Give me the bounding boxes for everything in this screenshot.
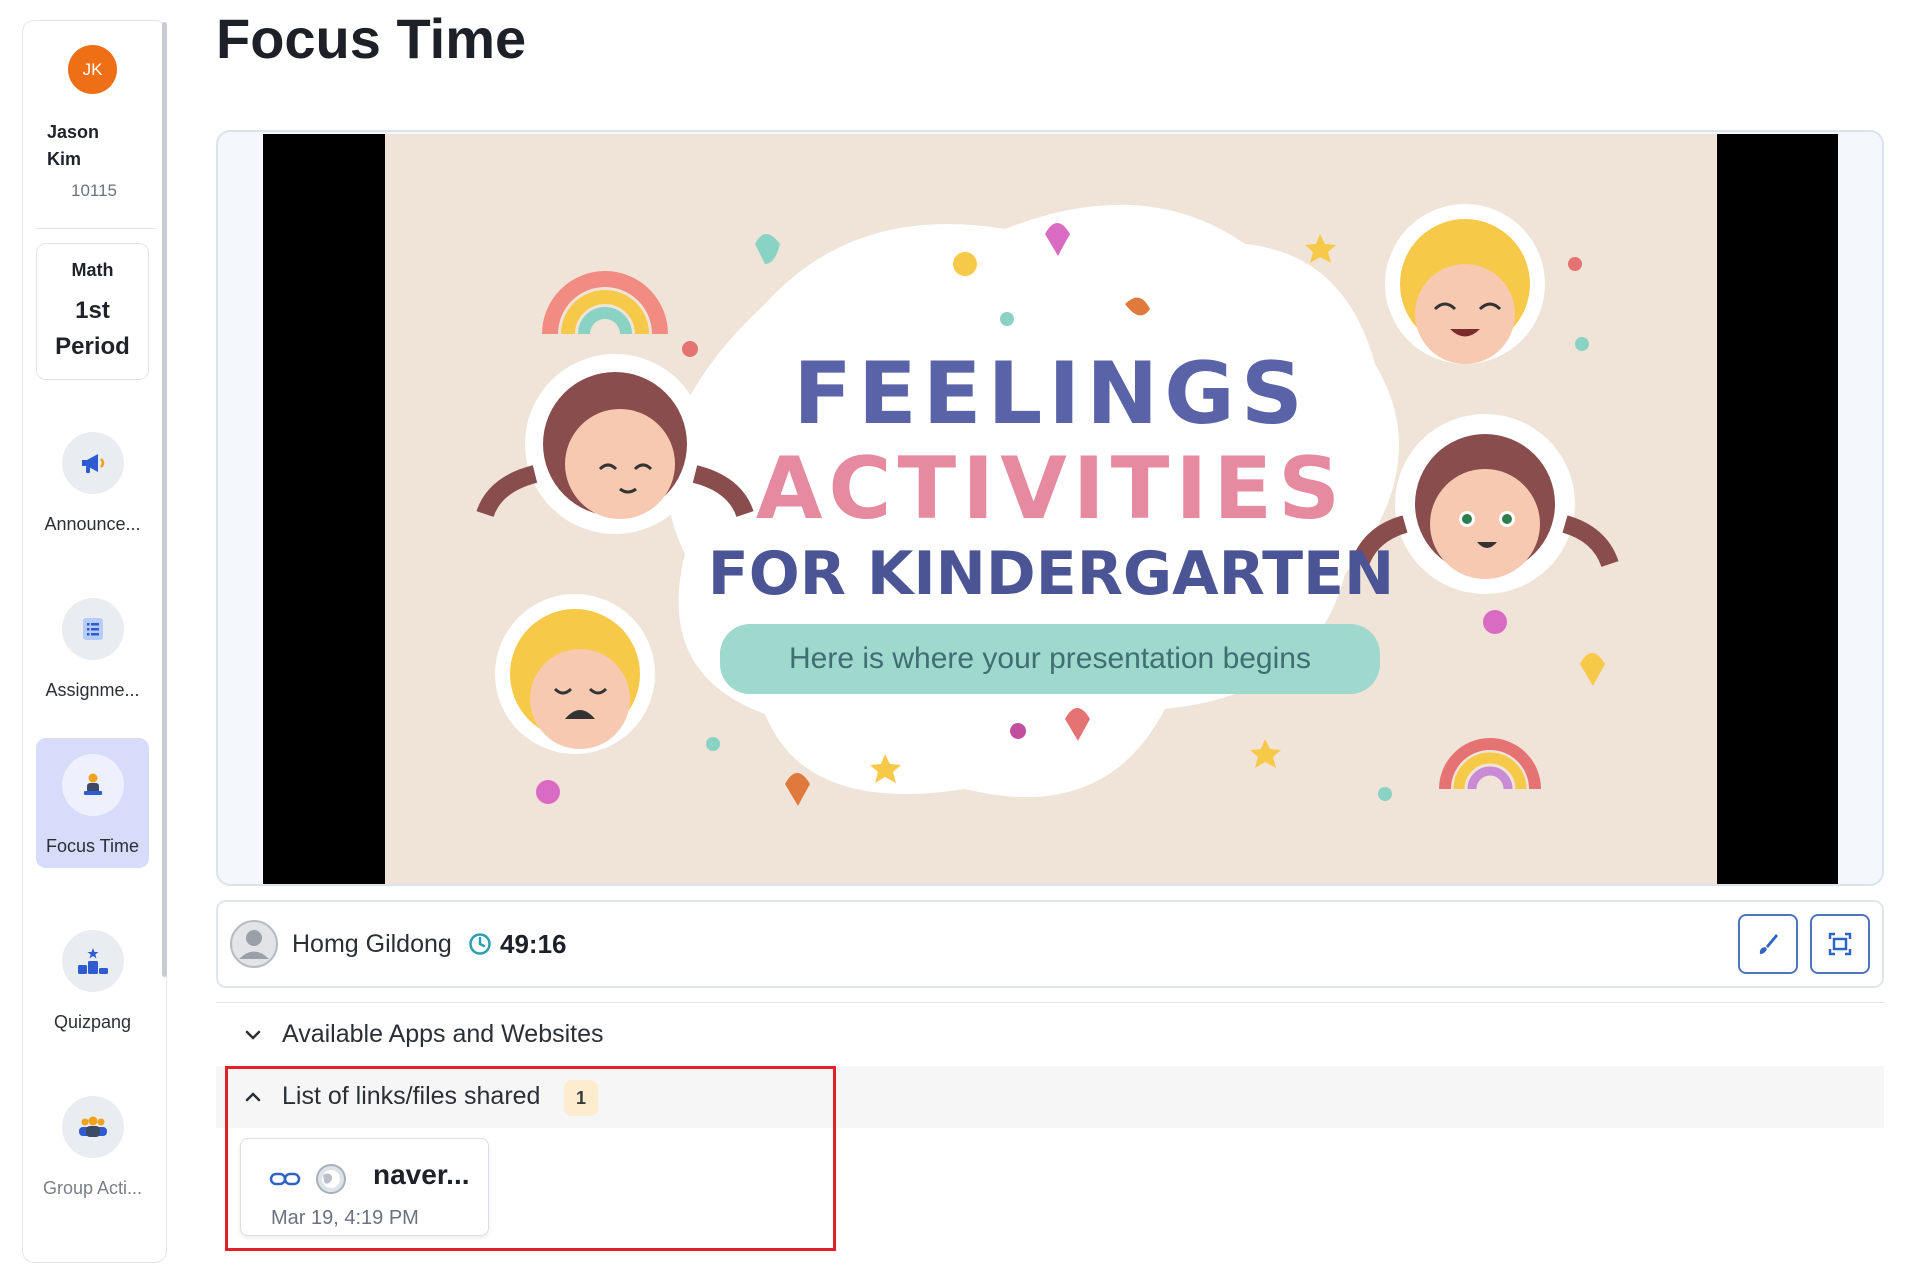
sidebar-item-label: Group Acti...: [42, 1178, 143, 1198]
presentation-slide: FEELINGS ACTIVITIES FOR KINDERGARTEN Her…: [385, 134, 1717, 884]
clock-icon: [469, 933, 491, 955]
available-apps-label: Available Apps and Websites: [282, 1020, 604, 1048]
slide-title-line3: FOR KINDERGARTEN: [707, 539, 1395, 609]
sidebar-item-label: Quizpang: [53, 1012, 132, 1032]
fullscreen-icon: [1828, 932, 1852, 956]
class-period: 1st Period: [55, 297, 130, 360]
sidebar-item-quizpang[interactable]: Quizpang: [36, 914, 149, 1044]
megaphone-icon: [61, 432, 124, 494]
sidebar-item-label: Assignme...: [45, 680, 140, 700]
section-divider: [216, 1002, 1884, 1003]
page-title: Focus Time: [216, 7, 527, 70]
podium-icon: [61, 930, 124, 992]
presenter-bar: Homg Gildong 49:16: [216, 900, 1884, 988]
sidebar-item-group-activity[interactable]: Group Acti...: [36, 1080, 149, 1210]
sidebar-scrollbar[interactable]: [162, 22, 167, 977]
sidebar-item-focus-time[interactable]: Focus Time: [36, 738, 149, 868]
group-icon: [61, 1096, 124, 1158]
screen-viewer: FEELINGS ACTIVITIES FOR KINDERGARTEN Her…: [216, 130, 1884, 886]
sidebar-item-announcements[interactable]: Announce...: [36, 416, 149, 546]
user-id: 10115: [71, 181, 118, 200]
sidebar-item-label: Focus Time: [45, 836, 140, 856]
class-card[interactable]: Math 1st Period: [36, 243, 149, 380]
student-at-desk-icon: [61, 754, 124, 816]
user-name: Jason Kim: [47, 122, 100, 169]
sidebar-divider: [35, 228, 156, 229]
chevron-down-icon: [245, 1030, 261, 1040]
session-timer: 49:16: [500, 929, 567, 959]
sidebar-item-assignments[interactable]: Assignme...: [36, 582, 149, 712]
slide-subtitle: Here is where your presentation begins: [789, 642, 1311, 675]
draw-button[interactable]: [1738, 914, 1798, 974]
fullscreen-button[interactable]: [1810, 914, 1870, 974]
slide-title-line1: FEELINGS: [793, 344, 1309, 444]
shared-screen: FEELINGS ACTIVITIES FOR KINDERGARTEN Her…: [263, 134, 1838, 884]
list-icon: [61, 598, 124, 660]
class-subject: Math: [71, 260, 114, 280]
brush-icon: [1759, 934, 1778, 954]
user-avatar: JK: [68, 45, 117, 94]
available-apps-section[interactable]: Available Apps and Websites: [216, 1004, 1884, 1066]
presenter-name: Homg Gildong: [292, 930, 452, 958]
user-avatar-icon: [230, 920, 278, 968]
slide-title-line2: ACTIVITIES: [755, 439, 1347, 539]
highlight-annotation: [225, 1066, 836, 1251]
sidebar: JK Jason Kim 10115 Math 1st Period Annou…: [22, 20, 167, 1263]
sidebar-item-label: Announce...: [44, 514, 141, 534]
